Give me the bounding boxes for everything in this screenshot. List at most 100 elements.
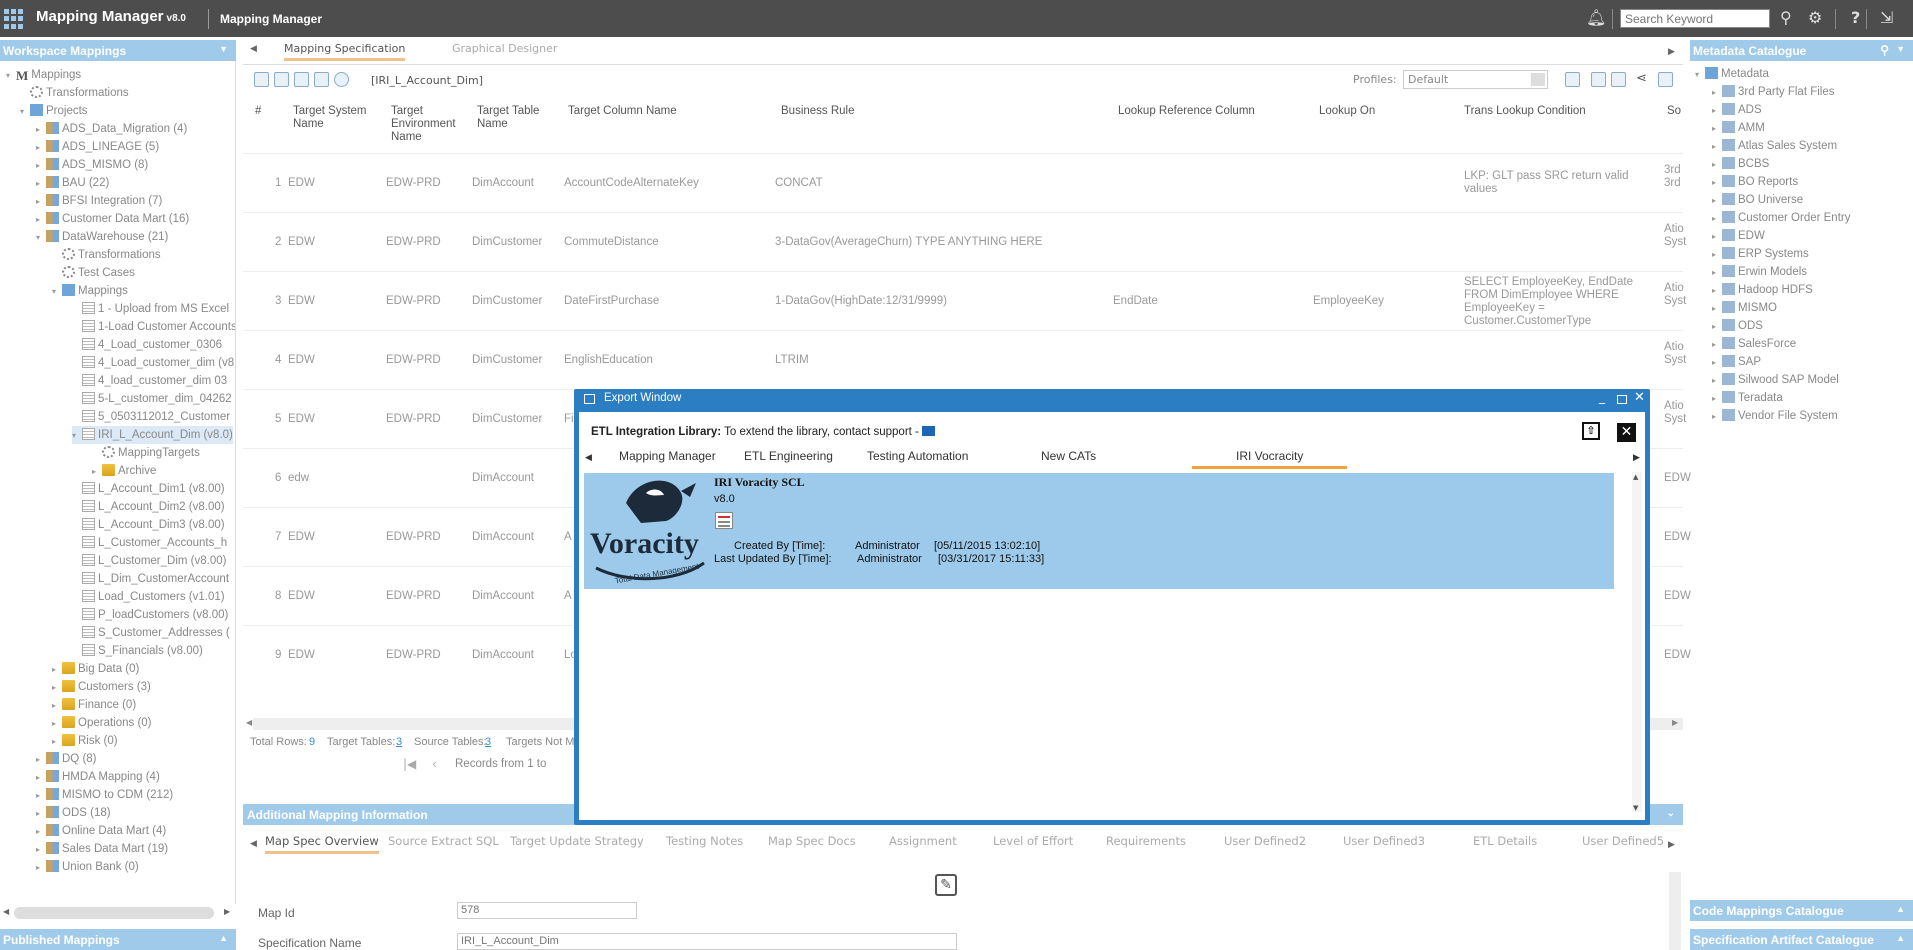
table-row[interactable]: 1 EDW EDW-PRD DimAccount AccountCodeAlternat…: [243, 153, 1683, 212]
expand-icon[interactable]: ▸: [1712, 138, 1722, 156]
vertical-scrollbar[interactable]: [1632, 472, 1642, 812]
tree-item[interactable]: ▸ Archive: [92, 462, 156, 480]
tab-testing-automation[interactable]: Testing Automation: [867, 449, 968, 463]
column-header[interactable]: Target Environment Name: [391, 105, 471, 144]
expand-icon[interactable]: ▸: [36, 157, 46, 175]
search-doc-icon[interactable]: [1565, 72, 1580, 87]
expand-icon[interactable]: ▸: [1712, 156, 1722, 174]
column-header[interactable]: Target System Name: [293, 105, 383, 131]
first-page-icon[interactable]: |◀: [403, 757, 416, 771]
scroll-left-icon[interactable]: ◀: [3, 907, 9, 916]
tab-new-cats[interactable]: New CATs: [1041, 449, 1096, 463]
chevron-up-icon[interactable]: ▲: [1896, 904, 1905, 914]
spec-name-field[interactable]: IRI_L_Account_Dim: [457, 933, 957, 950]
tree-item[interactable]: ▸ Customers (3): [52, 678, 151, 696]
tab-additional[interactable]: User Defined3: [1343, 834, 1425, 848]
expand-icon[interactable]: ▸: [1712, 300, 1722, 318]
tree-item[interactable]: ▸ HMDA Mapping (4): [36, 768, 160, 786]
expand-icon[interactable]: ▸: [36, 805, 46, 823]
expand-icon[interactable]: ▸: [36, 211, 46, 229]
tree-item[interactable]: S_Customer_Addresses (: [72, 624, 230, 642]
excel-export-icon[interactable]: [1591, 72, 1606, 87]
scroll-left-icon[interactable]: ◀: [246, 718, 252, 727]
scroll-right-icon[interactable]: ▶: [224, 907, 230, 916]
expand-icon[interactable]: ▸: [1712, 228, 1722, 246]
tree-item[interactable]: ▸ ADS_MISMO (8): [36, 156, 148, 174]
tree-item[interactable]: 1 - Upload from MS Excel: [72, 300, 229, 318]
tree-item[interactable]: S_Financials (v8.00): [72, 642, 203, 660]
tree-item[interactable]: L_Customer_Dim (v8.00): [72, 552, 226, 570]
tab-additional[interactable]: User Defined5: [1582, 834, 1664, 848]
collapse-icon[interactable]: ▾: [36, 229, 46, 247]
tree-item[interactable]: L_Account_Dim2 (v8.00): [72, 498, 225, 516]
tab-mapping-manager[interactable]: Mapping Manager: [619, 449, 716, 463]
maximize-icon[interactable]: [1617, 395, 1627, 404]
metadata-catalogue-header[interactable]: Metadata Catalogue ⚲ ▼: [1690, 40, 1913, 61]
tree-item[interactable]: Test Cases: [52, 264, 135, 282]
tree-item[interactable]: 4_Load_customer_0306: [72, 336, 222, 354]
tree-item[interactable]: ▾ IRI_L_Account_Dim (v8.0): [72, 426, 233, 444]
expand-icon[interactable]: ▸: [92, 463, 102, 481]
metadata-item[interactable]: ▸ EDW: [1712, 227, 1765, 245]
metadata-item[interactable]: ▸ SalesForce: [1712, 335, 1796, 353]
tab-additional[interactable]: Testing Notes: [666, 834, 743, 848]
edit-pencil-icon[interactable]: ✎: [935, 874, 957, 896]
expand-icon[interactable]: ▸: [1712, 84, 1722, 102]
tree-item[interactable]: ▸ Risk (0): [52, 732, 118, 750]
excel-icon[interactable]: [1611, 72, 1626, 87]
prev-page-icon[interactable]: ‹: [432, 757, 437, 771]
expand-icon[interactable]: ▸: [1712, 246, 1722, 264]
metadata-item[interactable]: ▸ Atlas Sales System: [1712, 137, 1837, 155]
tab-additional[interactable]: Source Extract SQL: [388, 834, 499, 848]
expand-icon[interactable]: ▸: [1712, 336, 1722, 354]
metadata-item[interactable]: ▸ Teradata: [1712, 389, 1783, 407]
scroll-right-icon[interactable]: ▶: [1672, 718, 1678, 727]
metadata-root[interactable]: ▾ Metadata: [1695, 65, 1769, 83]
tab-scroll-right-icon[interactable]: ▶: [1633, 453, 1640, 463]
column-header[interactable]: #: [255, 105, 275, 118]
tab-additional[interactable]: Map Spec Docs: [768, 834, 856, 848]
metadata-item[interactable]: ▸ ERP Systems: [1712, 245, 1809, 263]
expand-icon[interactable]: ▸: [36, 193, 46, 211]
tree-item[interactable]: ▾ M Mappings: [6, 66, 81, 84]
expand-icon[interactable]: ▸: [1712, 390, 1722, 408]
tab-graphical-designer[interactable]: Graphical Designer: [452, 42, 557, 55]
tree-item[interactable]: ▸ Sales Data Mart (19): [36, 840, 168, 858]
target-tables-link[interactable]: 3: [396, 736, 402, 748]
tab-scroll-left-icon[interactable]: ◀: [250, 44, 257, 54]
tab-iri-vocracity[interactable]: IRI Vocracity: [1192, 449, 1348, 469]
expand-icon[interactable]: ▸: [52, 697, 62, 715]
spec-artifact-catalogue-header[interactable]: Specification Artifact Catalogue ▲: [1690, 929, 1913, 950]
expand-icon[interactable]: ▸: [1712, 174, 1722, 192]
checklist-icon[interactable]: [715, 512, 733, 529]
metadata-item[interactable]: ▸ Erwin Models: [1712, 263, 1807, 281]
tree-item[interactable]: ▸ Customer Data Mart (16): [36, 210, 189, 228]
column-header[interactable]: Lookup Reference Column: [1118, 105, 1278, 118]
tab-additional[interactable]: Assignment: [889, 834, 957, 848]
search-icon[interactable]: ⚲: [1880, 43, 1889, 57]
expand-icon[interactable]: ▸: [52, 679, 62, 697]
workspace-mappings-header[interactable]: Workspace Mappings ▼: [0, 40, 236, 61]
expand-icon[interactable]: ▸: [52, 715, 62, 733]
expand-icon[interactable]: ▸: [1712, 264, 1722, 282]
expand-icon[interactable]: ▸: [1712, 192, 1722, 210]
tree-item[interactable]: ▸ ADS_Data_Migration (4): [36, 120, 187, 138]
metadata-item[interactable]: ▸ Silwood SAP Model: [1712, 371, 1839, 389]
tree-item[interactable]: ▸ ADS_LINEAGE (5): [36, 138, 159, 156]
refresh-icon[interactable]: [334, 72, 349, 87]
tab-additional[interactable]: Target Update Strategy: [510, 834, 644, 848]
expand-icon[interactable]: ▸: [1712, 318, 1722, 336]
tree-item[interactable]: ▸ Union Bank (0): [36, 858, 139, 876]
collapse-icon[interactable]: ▾: [6, 67, 16, 85]
tab-additional[interactable]: Map Spec Overview: [265, 834, 379, 854]
export-upload-icon[interactable]: ⇧: [1582, 422, 1600, 440]
metadata-item[interactable]: ▸ Hadoop HDFS: [1712, 281, 1813, 299]
voracity-card[interactable]: Voracity Total Data Management IRI Vorac…: [584, 473, 1614, 589]
tree-item[interactable]: ▸ BFSI Integration (7): [36, 192, 162, 210]
tree-item[interactable]: L_Customer_Accounts_h: [72, 534, 227, 552]
tab-etl-engineering[interactable]: ETL Engineering: [744, 449, 833, 463]
metadata-item[interactable]: ▸ Customer Order Entry: [1712, 209, 1850, 227]
collapse-icon[interactable]: ▾: [52, 283, 62, 301]
tab-scroll-left-icon[interactable]: ◀: [585, 453, 592, 463]
tree-item[interactable]: L_Account_Dim3 (v8.00): [72, 516, 225, 534]
